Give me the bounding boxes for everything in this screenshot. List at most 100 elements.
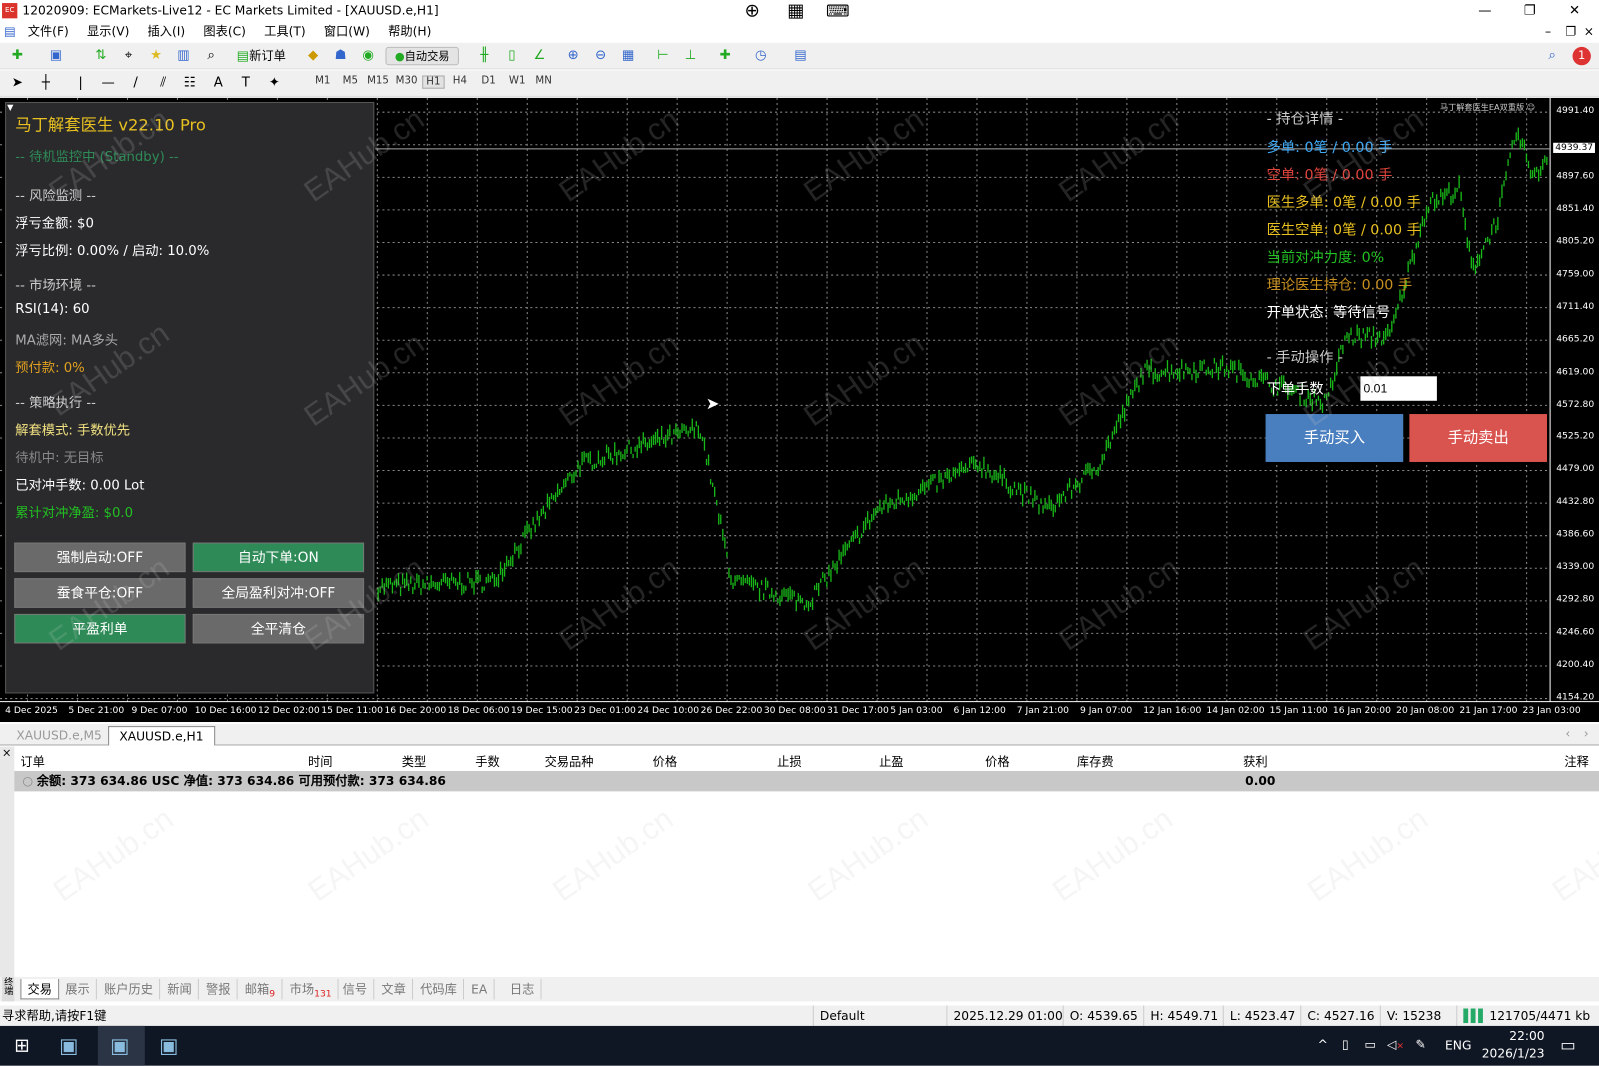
child-close[interactable]: × xyxy=(1584,21,1594,41)
vps-icon[interactable]: ◉ xyxy=(359,47,377,65)
col-time[interactable]: 时间 xyxy=(308,753,332,770)
col-profit[interactable]: 获利 xyxy=(1243,753,1267,770)
vertical-line-icon[interactable]: | xyxy=(71,74,89,92)
keyboard-icon[interactable]: ⌨ xyxy=(826,0,850,21)
menu-window[interactable]: 窗口(W) xyxy=(324,24,370,38)
input-language[interactable]: ENG xyxy=(1445,1038,1471,1052)
search-icon[interactable]: ⌕ xyxy=(1543,47,1561,65)
tab-xauusd-m5[interactable]: XAUUSD.e,M5 xyxy=(6,726,112,745)
col-price[interactable]: 价格 xyxy=(653,753,677,770)
restore-button[interactable]: ❐ xyxy=(1509,0,1550,21)
col-order[interactable]: 订单 xyxy=(20,753,44,770)
usb-icon[interactable]: ▯ xyxy=(1342,1037,1349,1051)
terminal-tab[interactable]: 新闻 xyxy=(161,979,199,1000)
price-chart[interactable]: 4991.40 4897.60 4851.40 4805.20 4759.00 4711.… xyxy=(0,97,1599,723)
cursor-icon[interactable]: ➤ xyxy=(8,74,26,92)
periods-icon[interactable]: ◷ xyxy=(752,47,770,65)
terminal-tab[interactable]: 账户历史 xyxy=(98,979,161,1000)
status-profile[interactable]: Default xyxy=(812,1005,946,1026)
lot-input[interactable] xyxy=(1360,376,1437,401)
terminal-icon[interactable]: ▥ xyxy=(174,47,192,65)
col-lots[interactable]: 手数 xyxy=(475,753,499,770)
timeframe-w1[interactable]: W1 xyxy=(509,75,526,86)
terminal-tab[interactable]: EA xyxy=(465,979,495,1000)
panel-collapse-icon[interactable]: ▼ xyxy=(7,103,13,112)
market-watch-icon[interactable]: ⇅ xyxy=(92,47,110,65)
terminal-tab[interactable]: 交易 xyxy=(20,979,60,1000)
auto-order-button[interactable]: 自动下单:ON xyxy=(192,542,365,573)
timeframe-m1[interactable]: M1 xyxy=(315,75,330,86)
timeframe-mn[interactable]: MN xyxy=(535,75,551,86)
tab-xauusd-h1[interactable]: XAUUSD.e,H1 xyxy=(108,726,215,746)
signals-icon[interactable]: ☗ xyxy=(331,47,349,65)
tab-scroll-left-icon[interactable]: ‹ xyxy=(1565,726,1570,740)
minimize-button[interactable]: — xyxy=(1464,0,1505,21)
tab-scroll-right-icon[interactable]: › xyxy=(1584,726,1589,740)
terminal-tab[interactable]: 信号 xyxy=(337,979,375,1000)
horizontal-line-icon[interactable]: — xyxy=(99,74,117,92)
new-order-button[interactable]: ▤新订单 xyxy=(237,47,286,65)
col-symbol[interactable]: 交易品种 xyxy=(545,753,594,770)
balance-row[interactable]: ○ 余额: 373 634.86 USC 净值: 373 634.86 可用预付… xyxy=(14,770,1599,792)
text-label-icon[interactable]: T xyxy=(237,74,255,92)
text-icon[interactable]: A xyxy=(209,74,227,92)
windows-start-icon[interactable]: ⊞ xyxy=(14,1035,29,1056)
terminal-tab[interactable]: 日志 xyxy=(504,979,542,1000)
shapes-icon[interactable]: ✦ xyxy=(265,74,283,92)
bar-chart-icon[interactable]: ╫ xyxy=(475,47,493,65)
timeframe-m5[interactable]: M5 xyxy=(343,75,358,86)
menu-tools[interactable]: 工具(T) xyxy=(264,24,306,38)
channel-icon[interactable]: ⫽ xyxy=(154,74,172,92)
global-profit-hedge-button[interactable]: 全局盈利对冲:OFF xyxy=(192,578,365,608)
menu-charts[interactable]: 图表(C) xyxy=(203,24,246,38)
col-tp[interactable]: 止盈 xyxy=(879,753,903,770)
clock-time[interactable]: 22:00 xyxy=(1509,1029,1544,1043)
timeframe-h4[interactable]: H4 xyxy=(453,75,467,86)
timeframe-m15[interactable]: M15 xyxy=(367,75,389,86)
menu-help[interactable]: 帮助(H) xyxy=(388,24,431,38)
tester-icon[interactable]: ⌕ xyxy=(202,47,220,65)
taskbar-app-1-icon[interactable]: ▣ xyxy=(59,1033,78,1057)
zoom-in-icon[interactable]: ⊕ xyxy=(744,0,759,21)
col-current-price[interactable]: 价格 xyxy=(985,753,1009,770)
terminal-tab[interactable]: 市场131 xyxy=(284,979,339,1000)
clock-date[interactable]: 2026/1/23 xyxy=(1482,1046,1545,1060)
line-chart-icon[interactable]: ∠ xyxy=(530,47,548,65)
col-swap[interactable]: 库存费 xyxy=(1077,753,1114,770)
timeframe-d1[interactable]: D1 xyxy=(481,75,495,86)
auto-scroll-icon[interactable]: ⊢ xyxy=(654,47,672,65)
menu-insert[interactable]: 插入(I) xyxy=(148,24,186,38)
terminal-tab[interactable]: 邮箱9 xyxy=(239,979,283,1000)
close-profit-button[interactable]: 平盈利单 xyxy=(14,613,186,644)
metaeditor-icon[interactable]: ◆ xyxy=(304,47,322,65)
menu-view[interactable]: 显示(V) xyxy=(87,24,129,38)
col-sl[interactable]: 止损 xyxy=(777,753,801,770)
tile-windows-icon[interactable]: ▦ xyxy=(619,47,637,65)
new-chart-icon[interactable]: ✚ xyxy=(8,47,26,65)
child-restore[interactable]: ❐ xyxy=(1565,21,1576,41)
menu-file[interactable]: 文件(F) xyxy=(28,24,69,38)
taskbar-app-2-icon[interactable]: ▣ xyxy=(110,1033,129,1057)
terminal-tab[interactable]: 代码库 xyxy=(414,979,465,1000)
auto-trading-button[interactable]: ●自动交易 xyxy=(385,46,459,66)
chart-shift-icon[interactable]: ⊥ xyxy=(681,47,699,65)
crosshair-icon[interactable]: ┼ xyxy=(37,74,55,92)
pen-icon[interactable]: ✎ xyxy=(1415,1037,1425,1051)
network-icon[interactable]: ▭ xyxy=(1364,1037,1376,1051)
zoom-in-chart-icon[interactable]: ⊕ xyxy=(564,47,582,65)
terminal-tab[interactable]: 文章 xyxy=(375,979,414,1000)
manual-sell-button[interactable]: 手动卖出 xyxy=(1409,414,1548,462)
action-center-icon[interactable]: ▭ xyxy=(1560,1035,1575,1054)
col-type[interactable]: 类型 xyxy=(402,753,426,770)
zoom-out-chart-icon[interactable]: ⊖ xyxy=(591,47,609,65)
fibonacci-icon[interactable]: ☷ xyxy=(181,74,199,92)
candlestick-icon[interactable]: ▯ xyxy=(503,47,521,65)
terminal-close-icon[interactable]: × xyxy=(2,746,11,759)
volume-muted-icon[interactable]: ◁× xyxy=(1387,1037,1404,1051)
tray-expand-icon[interactable]: ^ xyxy=(1318,1037,1328,1051)
col-comment[interactable]: 注释 xyxy=(1564,753,1588,770)
terminal-tab[interactable]: 警报 xyxy=(200,979,238,1000)
data-window-icon[interactable]: ⌖ xyxy=(119,47,137,65)
windows-tile-icon[interactable]: ▦ xyxy=(787,0,804,21)
navigator-icon[interactable]: ★ xyxy=(147,47,165,65)
